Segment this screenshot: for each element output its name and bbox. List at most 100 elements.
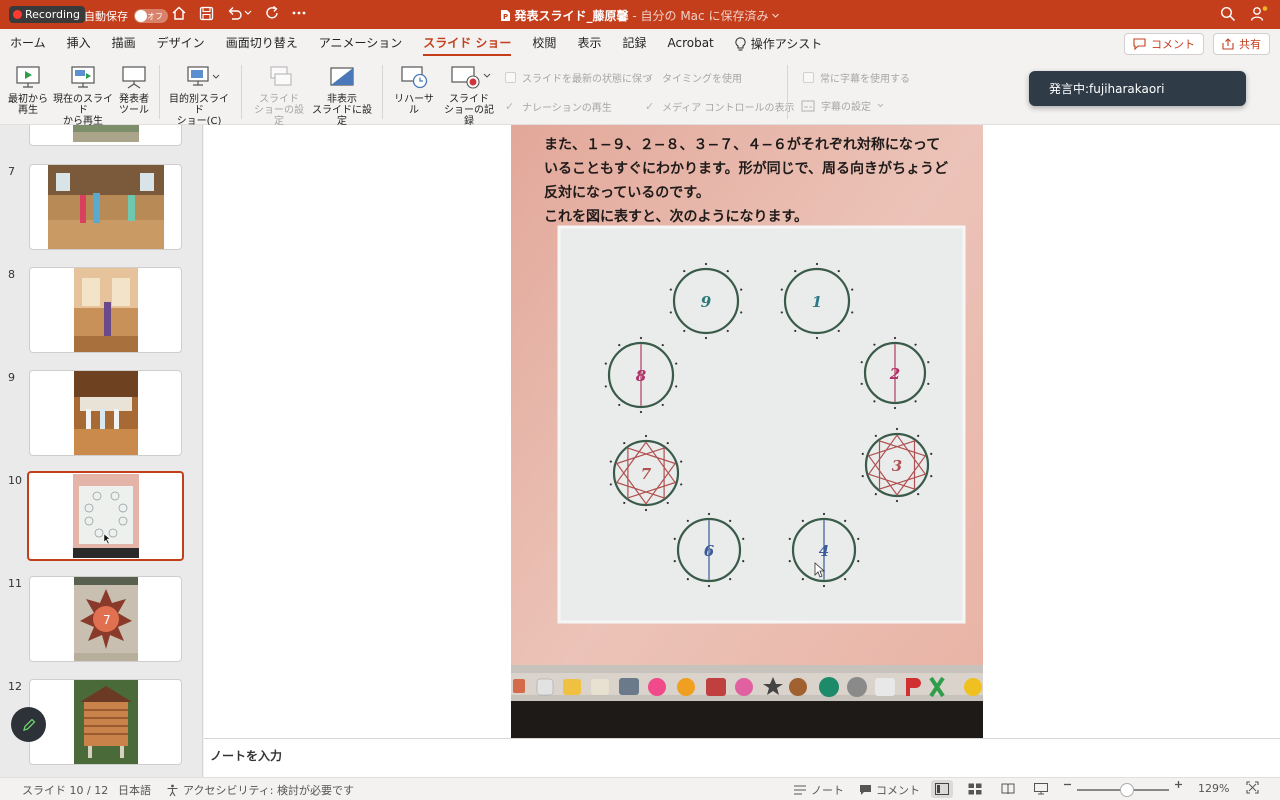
always-subtitles-checkbox[interactable]: 常に字幕を使用する (803, 70, 910, 85)
play-from-current-button[interactable]: 現在のスライド から再生 (51, 62, 115, 127)
figure-tick (914, 400, 917, 403)
slide-thumbnail-11[interactable]: 7 (29, 576, 182, 662)
share-button[interactable]: 共有 (1213, 33, 1270, 55)
pen-tool-button[interactable] (11, 707, 46, 742)
slide-thumbnail-image: 7 (73, 577, 138, 661)
tab-animations[interactable]: アニメーション (319, 29, 403, 59)
redo-icon[interactable] (264, 5, 280, 21)
slide-thumbnail-image (72, 474, 139, 558)
slide-show-view-button[interactable] (1030, 780, 1052, 798)
slide-thumbnail-8[interactable] (29, 267, 182, 353)
slide-thumbnail-12[interactable] (29, 679, 182, 765)
zoom-in-button[interactable] (1174, 780, 1183, 789)
figure-label: 8 (636, 367, 647, 385)
tab-acrobat[interactable]: Acrobat (667, 29, 713, 59)
notes-toggle[interactable]: ノート (793, 782, 844, 798)
hide-slide-button[interactable]: 非表示 スライドに設定 (309, 62, 375, 127)
use-timings-checkbox[interactable]: ✓ タイミングを使用 (645, 70, 742, 85)
figure-tick (822, 512, 826, 516)
tab-record[interactable]: 記録 (622, 29, 646, 59)
tab-view[interactable]: 表示 (577, 29, 601, 59)
current-slide[interactable]: また、１−９、２−８、３−７、４−６がそれぞれ対称になって いることもすぐにわか… (511, 125, 983, 738)
tab-design[interactable]: デザイン (157, 29, 205, 59)
home-icon[interactable] (171, 5, 187, 21)
enneagram-figure: 8 (604, 336, 678, 414)
subtitle-settings-label: 字幕の設定 (821, 102, 871, 113)
share-button-label: 共有 (1239, 38, 1261, 51)
tab-draw[interactable]: 描画 (112, 29, 136, 59)
figure-tick (844, 578, 847, 581)
slide-thumbnail-10[interactable] (27, 471, 184, 561)
zoom-slider-handle[interactable] (1120, 783, 1134, 797)
subtitle-settings-dropdown[interactable]: 字幕の設定 (801, 98, 884, 113)
slide-show-setup-button[interactable]: スライド ショーの設定 (250, 62, 308, 127)
more-icon[interactable] (292, 5, 306, 21)
record-slide-show-line2: ショーの記録 (444, 105, 494, 127)
normal-view-button[interactable] (931, 780, 953, 798)
presenter-view-button[interactable]: 発表者 ツール (117, 62, 151, 116)
keep-updated-checkbox[interactable]: スライドを最新の状態に保つ (505, 70, 652, 85)
tab-insert[interactable]: 挿入 (67, 29, 91, 59)
figure-tick (780, 311, 783, 314)
slide-thumbnail-panel[interactable]: 7 8 9 10 11 7 12 (0, 125, 203, 777)
plus-icon (1175, 781, 1182, 788)
slide-thumbnail-6[interactable] (29, 125, 182, 146)
tab-slide-show[interactable]: スライド ショー (423, 29, 512, 59)
tab-transitions[interactable]: 画面切り替え (226, 29, 298, 59)
hide-slide-icon (330, 67, 354, 86)
notes-icon (794, 785, 806, 795)
figure-tick (729, 578, 732, 581)
custom-slide-show-button[interactable]: 目的別スライド ショー(C) (166, 62, 232, 127)
fit-to-window-button[interactable] (1246, 781, 1259, 794)
tell-me-assist[interactable]: 操作アシスト (735, 29, 822, 59)
show-media-checkbox[interactable]: ✓ メディア コントロールの表示 (645, 99, 794, 114)
figure-tick (837, 269, 840, 273)
accessibility-checker[interactable]: アクセシビリティ: 検討が必要です (166, 782, 354, 798)
figure-tick (893, 336, 897, 340)
figure-tick (860, 382, 863, 385)
search-icon[interactable] (1220, 6, 1236, 22)
slide-editor[interactable]: また、１−９、２−８、３−７、４−６がそれぞれ対称になって いることもすぐにわか… (204, 125, 1280, 738)
figure-label: 7 (641, 465, 652, 483)
pen-icon (22, 718, 35, 731)
figure-tick (742, 537, 745, 540)
ribbon-separator (159, 65, 160, 119)
autosave-toggle[interactable]: オフ (134, 9, 168, 23)
slide-thumbnail-7[interactable] (29, 164, 182, 250)
figure-tick (801, 519, 804, 522)
autosave-state: オフ (147, 11, 163, 21)
play-narration-checkbox[interactable]: ✓ ナレーションの再生 (505, 99, 612, 114)
figure-tick (673, 560, 676, 563)
recording-indicator[interactable]: Recording (9, 6, 86, 23)
comment-button[interactable]: コメント (1124, 33, 1204, 55)
slide-sorter-view-button[interactable] (964, 780, 986, 798)
tab-review[interactable]: 校閲 (532, 29, 556, 59)
language-indicator[interactable]: 日本語 (118, 782, 151, 798)
fit-to-window-icon (1246, 781, 1259, 794)
slide-show-setup-line1: スライド (259, 94, 299, 105)
reading-view-button[interactable] (997, 780, 1019, 798)
tab-home[interactable]: ホーム (10, 29, 46, 59)
chevron-down-icon[interactable] (771, 11, 780, 20)
figure-tick (895, 427, 899, 431)
notes-input[interactable]: ノートを入力 (204, 738, 1280, 777)
zoom-out-button[interactable] (1063, 780, 1072, 789)
slide-thumbnail-9[interactable] (29, 370, 182, 456)
play-from-start-icon (16, 66, 40, 88)
undo-icon[interactable] (226, 5, 252, 21)
rehearse-timings-button[interactable]: リハーサル (390, 62, 438, 116)
figure-tick (669, 288, 672, 291)
save-icon[interactable] (199, 6, 214, 21)
play-from-start-line1: 最初から (8, 94, 48, 105)
record-slide-show-button[interactable]: スライド ショーの記録 (441, 62, 497, 127)
play-from-start-button[interactable]: 最初から 再生 (8, 62, 48, 116)
figure-tick (675, 362, 678, 365)
figure-tick (873, 343, 876, 346)
zoom-level[interactable]: 129% (1198, 782, 1229, 795)
comments-toggle[interactable]: コメント (859, 782, 920, 798)
presenter-view-line2: ツール (119, 105, 149, 116)
account-icon[interactable] (1250, 6, 1268, 22)
play-narration-label: ナレーションの再生 (522, 103, 612, 114)
svg-text:7: 7 (103, 613, 111, 627)
figure-tick (860, 361, 863, 364)
